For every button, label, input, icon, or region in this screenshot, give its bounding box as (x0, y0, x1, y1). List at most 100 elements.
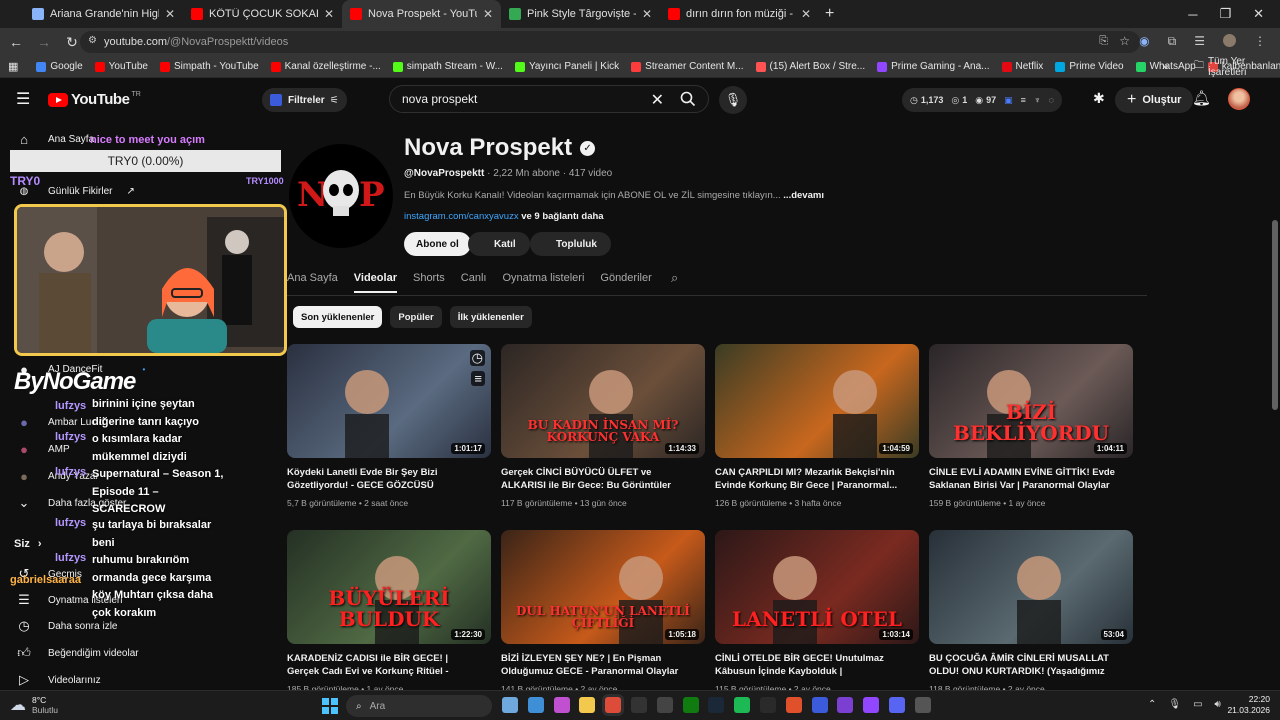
weather-widget[interactable]: ☁ 8°C Bulutlu (10, 695, 58, 715)
sidebar-item-ch2[interactable]: ● Ambar Lucid (14, 415, 104, 430)
community-button[interactable]: Topluluk (530, 232, 611, 256)
sidebar-item-liked[interactable]: 👍︎ Beğendiğim videolar (14, 645, 138, 661)
video-thumbnail[interactable]: LANETLİ OTEL 1:03:14 (715, 530, 919, 644)
video-title[interactable]: CİNLİ OTELDE BİR GECE! Unutulmaz Kâbusun… (715, 652, 905, 678)
video-title[interactable]: BU ÇOCUĞA ÂMİR CİNLERİ MUSALLAT OLDU! ON… (929, 652, 1119, 678)
create-button[interactable]: + Oluştur (1115, 87, 1194, 113)
back-icon[interactable]: ← (4, 34, 28, 50)
forward-icon[interactable]: → (32, 34, 56, 50)
video-card[interactable]: DUL HATUN'UN LANETLİ ÇİFTLİĞİ 1:05:18 BİZİ… (501, 530, 705, 690)
more-links[interactable]: ve 9 bağlantı daha (521, 211, 603, 222)
app-icon[interactable] (837, 697, 854, 713)
video-thumbnail[interactable]: BİZİ BEKLİYORDU 1:04:11 (929, 344, 1133, 458)
account-avatar[interactable] (1228, 88, 1250, 110)
watch-later-icon[interactable]: ◷ (469, 350, 485, 366)
video-thumbnail[interactable]: 53:04 (929, 530, 1133, 644)
video-card[interactable]: LANETLİ OTEL 1:03:14 CİNLİ OTELDE BİR GECE… (715, 530, 919, 690)
twitch-icon[interactable] (863, 697, 880, 713)
video-thumbnail[interactable]: BÜYÜLERİ BULDUK 1:22:30 (287, 530, 491, 644)
extensions-puzzle-icon[interactable]: ⧉ (1168, 34, 1177, 49)
copilot-icon[interactable] (553, 697, 570, 713)
apps-grid-icon[interactable]: ▦ (8, 60, 18, 73)
bookmark-star-icon[interactable]: ☆ (1119, 34, 1130, 48)
video-title[interactable]: Köydeki Lanetli Evde Bir Şey Bizi Gözetl… (287, 466, 477, 492)
tab-close-icon[interactable]: ✕ (165, 7, 175, 21)
video-thumbnail[interactable]: 1:01:17 ◷ ≡ (287, 344, 491, 458)
app-icon[interactable] (785, 697, 802, 713)
join-button[interactable]: Katıl (468, 232, 530, 256)
video-title[interactable]: KARADENİZ CADISI ile BİR GECE! | Gerçek … (287, 652, 477, 678)
microphone-tray-icon[interactable]: 🎙︎ (1168, 699, 1181, 710)
channel-tab[interactable]: Videolar (353, 272, 397, 293)
browser-tab[interactable]: dırın dırın fon müziği - YouTube ✕ (660, 0, 819, 28)
description-more[interactable]: ...devamı (783, 190, 824, 201)
search-box[interactable]: nova prospekt ✕ (389, 85, 709, 113)
video-title[interactable]: BİZİ İZLEYEN ŞEY NE? | En Pişman Olduğum… (501, 652, 691, 678)
obs-icon[interactable] (914, 697, 931, 713)
channel-tab[interactable]: Ana Sayfa (287, 272, 338, 293)
video-thumbnail[interactable]: BU KADIN İNSAN Mİ? KORKUNÇ VAKA 1:14:33 (501, 344, 705, 458)
browser-menu-icon[interactable]: ⋮ (1254, 34, 1266, 49)
search-input[interactable]: nova prospekt (402, 92, 477, 106)
close-window-button[interactable]: ✕ (1253, 6, 1264, 22)
all-bookmarks[interactable]: 🗀 Tüm Yer İşaretleri (1194, 56, 1280, 78)
notifications-bell-icon[interactable]: 🔔︎ (1192, 89, 1211, 107)
channel-search-icon[interactable]: ⌕ (671, 270, 678, 286)
video-card[interactable]: 1:01:17 ◷ ≡ Köydeki Lanetli Evde Bir Şey Bi… (287, 344, 491, 514)
site-info-icon[interactable]: ⚙ (88, 35, 97, 46)
browser-tab[interactable]: KÖTÜ ÇOCUK SOKAKTA VE TAKI ✕ (183, 0, 342, 28)
reading-list-icon[interactable]: ☰ (1194, 34, 1205, 49)
taskbar-search[interactable]: ⌕ Ara (346, 695, 492, 717)
video-card[interactable]: 1:04:59 CAN ÇARPILDI MI? Mezarlık Bekçisi… (715, 344, 919, 514)
sidebar-item-ch3[interactable]: ● AMP (14, 442, 70, 457)
volume-icon[interactable]: 🔊︎ (1215, 699, 1221, 710)
restore-button[interactable]: ❐ (1219, 6, 1231, 22)
url-field[interactable]: ⚙ youtube.com/@NovaProspektt/videos ⎘ ☆ (80, 31, 1140, 53)
sidebar-item-home[interactable]: ⌂ Ana Sayfa (14, 132, 94, 147)
bookmark-item[interactable]: Prime Video (1055, 61, 1124, 72)
youtube-logo[interactable]: YouTube TR (48, 91, 141, 108)
video-title[interactable]: CİNLE EVLİ ADAMIN EVİNE GİTTİK! Evde Sak… (929, 466, 1119, 492)
scrollbar-thumb[interactable] (1272, 220, 1278, 410)
tray-chevron-icon[interactable]: ⌃ (1148, 699, 1156, 710)
sort-chip[interactable]: İlk yüklenenler (449, 306, 532, 328)
terminal-icon[interactable] (656, 697, 673, 713)
bookmark-item[interactable]: Netflix (1001, 61, 1043, 72)
tab-close-icon[interactable]: ✕ (801, 7, 811, 21)
channel-tab[interactable]: Oynatma listeleri (502, 272, 584, 293)
video-thumbnail[interactable]: DUL HATUN'UN LANETLİ ÇİFTLİĞİ 1:05:18 (501, 530, 705, 644)
clock[interactable]: 22:20 21.03.2026 (1226, 694, 1270, 716)
start-windows-icon[interactable] (322, 698, 338, 714)
browser-tab[interactable]: Nova Prospekt - YouTube ✕ (342, 0, 501, 28)
subscribed-button[interactable]: Abone ol (404, 232, 471, 256)
file-explorer-icon[interactable] (579, 697, 596, 713)
video-card[interactable]: BÜYÜLERİ BULDUK 1:22:30 KARADENİZ CADISI i… (287, 530, 491, 690)
bookmark-item[interactable]: simpath Stream - W... (392, 61, 503, 72)
discord-icon[interactable] (889, 697, 905, 713)
bookmark-item[interactable]: Prime Gaming - Ana... (877, 61, 990, 72)
desktop-switch-icon[interactable] (502, 697, 518, 713)
edge-icon[interactable] (527, 697, 544, 713)
tab-close-icon[interactable]: ✕ (642, 7, 652, 21)
profile-avatar[interactable] (1223, 34, 1236, 47)
guide-menu-icon[interactable]: ☰ (16, 89, 30, 109)
spotify-icon[interactable] (734, 697, 751, 713)
video-card[interactable]: BİZİ BEKLİYORDU 1:04:11 CİNLE EVLİ ADAMIN … (929, 344, 1133, 514)
clear-search-icon[interactable]: ✕ (651, 90, 664, 110)
capcut-icon[interactable] (760, 697, 776, 713)
bookmark-item[interactable]: Simpath - YouTube (159, 61, 259, 72)
voice-search-button[interactable]: 🎙 (719, 86, 747, 114)
xbox-icon[interactable] (682, 697, 699, 713)
tab-close-icon[interactable]: ✕ (483, 7, 493, 21)
channel-tab[interactable]: Canlı (461, 272, 487, 293)
sort-chip[interactable]: Son yüklenenler (293, 306, 383, 328)
bookmark-item[interactable]: Google (36, 61, 83, 72)
new-tab-button[interactable]: + (825, 5, 834, 23)
add-to-queue-icon[interactable]: ≡ (471, 371, 485, 386)
chrome-icon[interactable] (605, 697, 622, 713)
filter-button[interactable]: Filtreler ⚟ (262, 88, 347, 112)
extension-icon[interactable]: ◉ (1139, 34, 1149, 49)
channel-tab[interactable]: Shorts (413, 272, 445, 293)
display-icon[interactable]: ▭ (1193, 699, 1202, 710)
bookmark-item[interactable]: Yayıncı Paneli | Kick (514, 61, 619, 72)
